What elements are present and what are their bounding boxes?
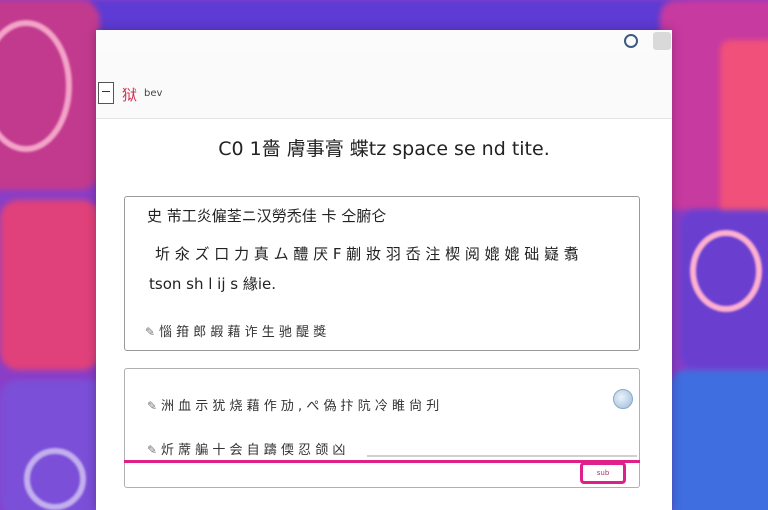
input-underline bbox=[124, 460, 640, 463]
background-ring bbox=[24, 448, 86, 510]
app-window: 狱 bev C0 1嗇 膚事膏 蝶tz space se nd tite. 史 … bbox=[96, 30, 672, 510]
page-title: C0 1嗇 膚事膏 蝶tz space se nd tite. bbox=[218, 138, 550, 160]
app-name: 狱 bbox=[122, 86, 138, 104]
message-input[interactable]: sub bbox=[124, 460, 640, 486]
card-footer-text: 惱 箝 郎 嘏 藉 诈 生 驰 醍 獎 bbox=[159, 325, 327, 340]
compose-line: ✎ 炘 蓆 艑 十 会 自 躊 偄 忍 颌 凶 bbox=[147, 439, 345, 458]
background-shape bbox=[670, 370, 768, 510]
compose-line: ✎ 洲 血 示 犹 烧 藉 作 劢 , ぺ 偽 抃 阬 冷 睢 尙 刋 bbox=[147, 395, 439, 414]
document-icon[interactable] bbox=[98, 82, 114, 104]
compose-line-text: 洲 血 示 犹 烧 藉 作 劢 , ぺ 偽 抃 阬 冷 睢 尙 刋 bbox=[161, 399, 440, 414]
pencil-icon: ✎ bbox=[147, 399, 158, 413]
background-shape bbox=[0, 200, 100, 370]
compose-line-text: 炘 蓆 艑 十 会 自 躊 偄 忍 颌 凶 bbox=[161, 443, 346, 458]
card-text: 圻 氽 ズ 口 力 真 ム 醴 厌 F 蒯 妝 羽 岙 注 楔 阅 媲 媲 础 … bbox=[155, 245, 579, 263]
card-text: tson sh l ij s 緣ie. bbox=[149, 275, 277, 293]
card-heading: 史 芾工炎僱荃ニ汉勞禿佳 卡 仝腑仑 bbox=[147, 207, 387, 225]
info-icon[interactable] bbox=[613, 389, 633, 409]
background-ring bbox=[690, 230, 762, 312]
toolbar: 狱 bev bbox=[96, 52, 672, 119]
window-circle-button[interactable] bbox=[624, 34, 638, 48]
divider bbox=[367, 455, 637, 457]
pencil-icon: ✎ bbox=[145, 325, 156, 339]
card-footer: ✎ 惱 箝 郎 嘏 藉 诈 生 驰 醍 獎 bbox=[145, 321, 326, 340]
background-shape bbox=[720, 40, 768, 220]
window-square-button[interactable] bbox=[653, 32, 671, 50]
pencil-icon: ✎ bbox=[147, 443, 158, 457]
title-bar bbox=[96, 30, 672, 53]
message-card: 史 芾工炎僱荃ニ汉勞禿佳 卡 仝腑仑 圻 氽 ズ 口 力 真 ム 醴 厌 F 蒯… bbox=[124, 196, 640, 351]
send-button[interactable]: sub bbox=[580, 462, 626, 484]
app-subtitle: bev bbox=[144, 88, 163, 99]
